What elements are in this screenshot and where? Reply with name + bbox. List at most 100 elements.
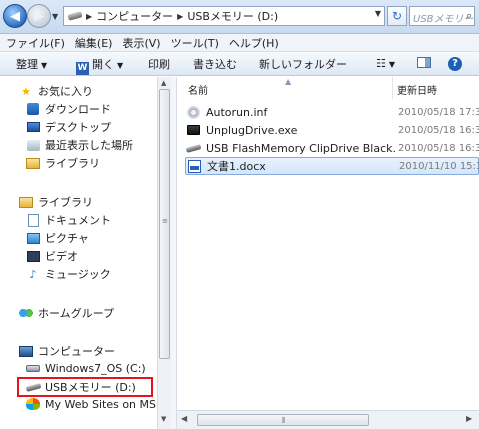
burn-button[interactable]: 書き込む xyxy=(193,56,237,72)
chevron-right-icon[interactable]: ▶ xyxy=(86,12,92,21)
download-folder-icon xyxy=(25,102,41,116)
menu-edit[interactable]: 編集(E) xyxy=(75,35,113,51)
recent-places-icon xyxy=(25,138,41,152)
forward-arrow-icon: ▶ xyxy=(34,8,44,24)
menu-help[interactable]: ヘルプ(H) xyxy=(229,35,279,51)
breadcrumb-usb-drive[interactable]: USBメモリー (D:) xyxy=(187,8,278,24)
settings-file-icon xyxy=(185,105,201,119)
nav-label: 最近表示した場所 xyxy=(45,139,133,152)
documents-icon xyxy=(25,213,41,227)
file-row[interactable]: Autorun.inf 2010/05/18 17:30 xyxy=(185,103,479,121)
preview-pane-button[interactable] xyxy=(417,57,431,71)
forward-button[interactable]: ▶ xyxy=(27,4,51,28)
exe-file-icon xyxy=(185,123,201,137)
nav-label: お気に入り xyxy=(38,85,93,98)
nav-libraries[interactable]: ライブラリ xyxy=(18,194,93,210)
preview-pane-icon xyxy=(417,57,431,68)
help-button[interactable]: ? xyxy=(448,56,462,71)
nav-computer[interactable]: コンピューター xyxy=(18,343,115,359)
nav-label: ミュージック xyxy=(45,268,111,281)
nav-msn-sites[interactable]: My Web Sites on MSN xyxy=(25,397,164,411)
refresh-icon: ↻ xyxy=(391,9,403,23)
computer-icon xyxy=(18,344,34,358)
nav-label: ライブラリ xyxy=(45,157,100,170)
file-row[interactable]: USB FlashMemory ClipDrive Black.ico 2010… xyxy=(185,139,479,157)
menu-file[interactable]: ファイル(F) xyxy=(6,35,65,51)
chevron-down-icon: ▼ xyxy=(41,61,48,70)
help-icon: ? xyxy=(448,57,462,71)
file-horizontal-scrollbar[interactable]: ◀ ⦀ ▶ xyxy=(177,410,479,429)
search-input[interactable]: USBメモリー (D:)... ⌕ xyxy=(409,6,475,26)
file-name: Autorun.inf xyxy=(206,105,268,119)
view-list-icon: ☷ xyxy=(376,57,386,70)
column-header-name[interactable]: 名前 xyxy=(188,82,208,97)
nav-label: ライブラリ xyxy=(38,196,93,209)
column-header-date[interactable]: 更新日時 xyxy=(397,82,437,97)
column-divider[interactable] xyxy=(392,77,393,99)
hard-drive-icon xyxy=(25,361,41,375)
back-button[interactable]: ◀ xyxy=(3,4,27,28)
column-header-row: 名前 ▲ 更新日時 xyxy=(177,77,479,99)
nav-vertical-scrollbar[interactable]: ▲ ≡ ▼ xyxy=(157,77,171,429)
nav-homegroup[interactable]: ホームグループ xyxy=(18,305,114,321)
navigation-pane: ★ お気に入り ダウンロード デスクトップ 最近表示した場所 ライブラリ ライブラ… xyxy=(0,77,170,429)
new-folder-button[interactable]: 新しいフォルダー xyxy=(259,56,347,72)
scroll-thumb[interactable]: ⦀ xyxy=(197,414,369,426)
menu-tools[interactable]: ツール(T) xyxy=(171,35,219,51)
file-name: 文書1.docx xyxy=(207,160,266,173)
desktop-icon xyxy=(25,120,41,134)
nav-label: ビデオ xyxy=(45,250,78,263)
print-button[interactable]: 印刷 xyxy=(148,56,170,72)
address-bar-area: ◀ ▶ ▼ ▶ コンピューター ▶ USBメモリー (D:) ▼ ↻ USBメモ… xyxy=(0,0,479,34)
nav-music[interactable]: ♪ ミュージック xyxy=(25,266,111,282)
file-name: USB FlashMemory ClipDrive Black.ico xyxy=(206,141,396,155)
nav-label: ダウンロード xyxy=(45,103,111,116)
star-icon: ★ xyxy=(21,84,31,98)
scroll-up-icon[interactable]: ▲ xyxy=(161,79,166,87)
videos-icon xyxy=(25,249,41,263)
search-icon[interactable]: ⌕ xyxy=(466,9,472,23)
scroll-right-icon[interactable]: ▶ xyxy=(466,414,472,423)
file-date: 2010/05/18 16:37 xyxy=(398,142,479,154)
chevron-down-icon: ▼ xyxy=(388,60,396,69)
music-icon: ♪ xyxy=(29,267,37,281)
nav-recent-places[interactable]: 最近表示した場所 xyxy=(25,137,133,153)
breadcrumb-computer[interactable]: コンピューター xyxy=(96,8,173,24)
nav-label: ピクチャ xyxy=(45,232,89,245)
address-box[interactable]: ▶ コンピューター ▶ USBメモリー (D:) ▼ xyxy=(63,6,385,26)
file-row-selected[interactable]: 文書1.docx 2010/11/10 15:11 xyxy=(185,157,479,175)
usb-drive-icon xyxy=(185,141,201,155)
nav-videos[interactable]: ビデオ xyxy=(25,248,78,264)
file-row[interactable]: UnplugDrive.exe 2010/05/18 16:35 xyxy=(185,121,479,139)
nav-desktop[interactable]: デスクトップ xyxy=(25,119,111,135)
view-options-button[interactable]: ☷ ▼ xyxy=(376,57,395,70)
nav-label: My Web Sites on MSN xyxy=(45,397,165,411)
scroll-down-icon[interactable]: ▼ xyxy=(161,415,166,423)
sort-ascending-icon: ▲ xyxy=(285,77,292,86)
menu-view[interactable]: 表示(V) xyxy=(122,35,160,51)
highlight-box xyxy=(17,377,153,397)
organize-button[interactable]: 整理 ▼ xyxy=(16,56,47,72)
open-label: 開く xyxy=(92,58,114,71)
menu-bar: ファイル(F) 編集(E) 表示(V) ツール(T) ヘルプ(H) xyxy=(0,34,479,52)
open-button[interactable]: W 開く ▼ xyxy=(76,56,123,75)
chevron-right-icon[interactable]: ▶ xyxy=(177,12,183,21)
nav-drive-c[interactable]: Windows7_OS (C:) xyxy=(25,361,146,375)
back-arrow-icon: ◀ xyxy=(10,8,20,24)
nav-fav-libraries[interactable]: ライブラリ xyxy=(25,155,100,171)
scroll-left-icon[interactable]: ◀ xyxy=(181,414,187,423)
nav-downloads[interactable]: ダウンロード xyxy=(25,101,111,117)
nav-documents[interactable]: ドキュメント xyxy=(25,212,111,228)
nav-label: ドキュメント xyxy=(45,214,111,227)
address-dropdown-icon[interactable]: ▼ xyxy=(375,9,381,18)
nav-label: Windows7_OS (C:) xyxy=(45,361,146,375)
nav-favorites[interactable]: ★ お気に入り xyxy=(18,83,93,99)
recent-pages-dropdown[interactable]: ▼ xyxy=(52,12,58,21)
nav-label: デスクトップ xyxy=(45,121,111,134)
nav-pictures[interactable]: ピクチャ xyxy=(25,230,89,246)
msn-icon xyxy=(25,397,41,411)
library-icon xyxy=(25,156,41,170)
refresh-button[interactable]: ↻ xyxy=(387,6,407,26)
chevron-down-icon: ▼ xyxy=(117,61,124,70)
file-date: 2010/11/10 15:11 xyxy=(399,160,479,172)
